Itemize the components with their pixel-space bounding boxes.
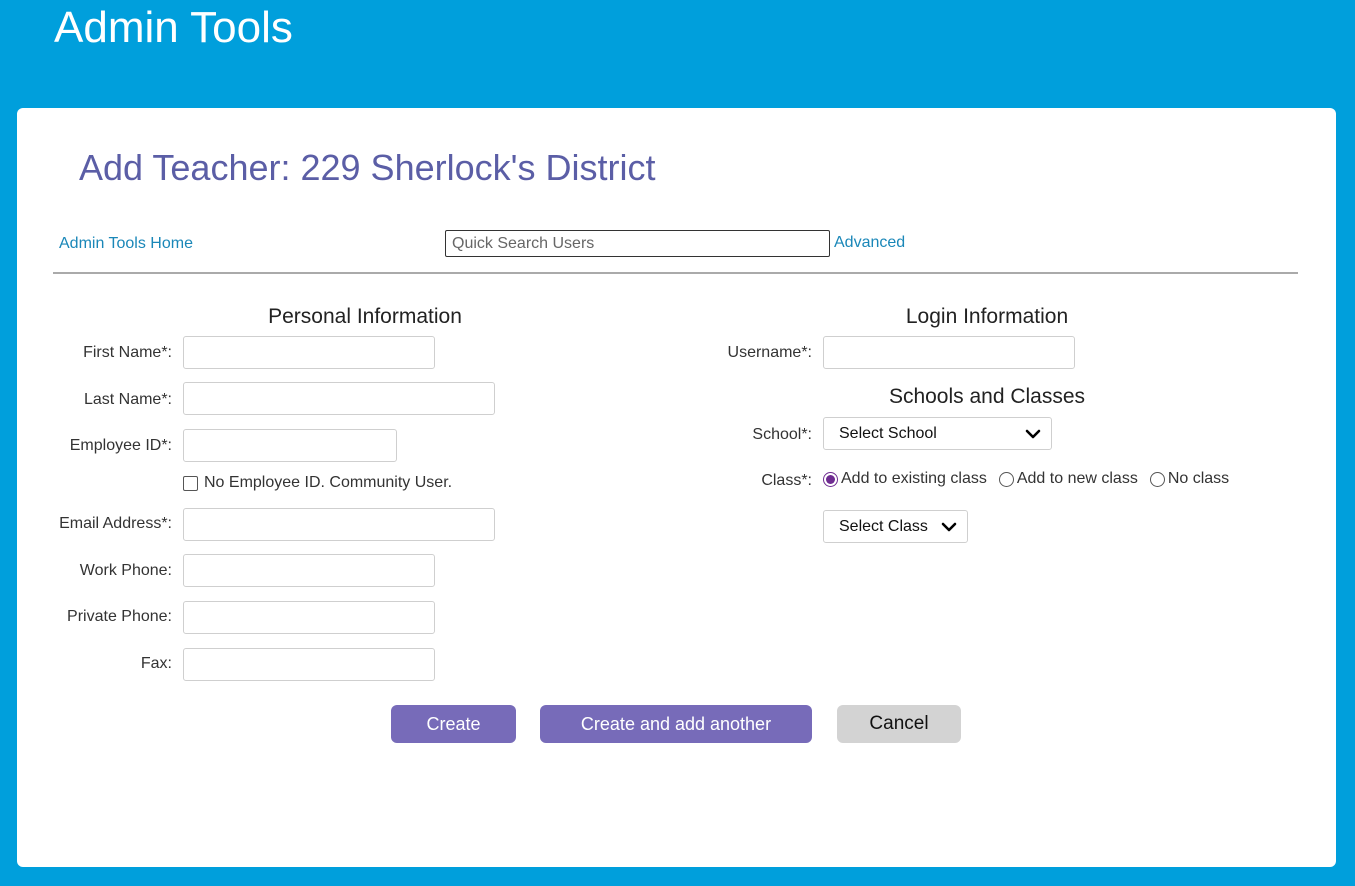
main-card: Add Teacher: 229 Sherlock's District Adm… — [17, 108, 1336, 867]
work-phone-field[interactable] — [183, 554, 435, 587]
radio-existing-class-button[interactable] — [823, 471, 838, 487]
admin-tools-home-link[interactable]: Admin Tools Home — [59, 235, 193, 253]
fax-label: Fax: — [140, 655, 172, 672]
last-name-label: Last Name*: — [83, 391, 172, 408]
radio-new-class-label: Add to new class — [1016, 470, 1138, 487]
no-employee-id-row[interactable]: No Employee ID. Community User. — [183, 474, 452, 492]
no-employee-id-checkbox[interactable] — [183, 475, 198, 491]
private-phone-field[interactable] — [183, 601, 435, 634]
school-select[interactable]: Select School — [823, 417, 1052, 450]
radio-existing-class-label: Add to existing class — [841, 470, 987, 487]
radio-no-class[interactable]: No class — [1149, 470, 1230, 488]
create-button[interactable]: Create — [391, 705, 516, 743]
employee-id-field[interactable] — [183, 429, 397, 462]
radio-new-class-button[interactable] — [998, 471, 1014, 487]
create-and-add-another-button[interactable]: Create and add another — [540, 705, 812, 743]
class-select-value: Select Class — [839, 517, 928, 535]
private-phone-label: Private Phone: — [67, 608, 172, 625]
fax-field[interactable] — [183, 648, 435, 681]
radio-new-class[interactable]: Add to new class — [998, 470, 1138, 488]
school-select-value: Select School — [839, 424, 937, 442]
class-radio-group: Add to existing class Add to new class N… — [823, 470, 1241, 488]
advanced-search-link[interactable]: Advanced — [834, 234, 905, 252]
no-employee-id-label: No Employee ID. Community User. — [204, 474, 453, 491]
school-label: School*: — [752, 426, 812, 443]
personal-info-heading: Personal Information — [268, 305, 462, 328]
radio-no-class-button[interactable] — [1149, 471, 1165, 487]
app-title: Admin Tools — [54, 3, 293, 52]
cancel-button[interactable]: Cancel — [837, 705, 961, 743]
username-field[interactable] — [823, 336, 1075, 369]
last-name-field[interactable] — [183, 382, 495, 415]
schools-classes-heading: Schools and Classes — [888, 385, 1086, 408]
first-name-field[interactable] — [183, 336, 435, 369]
username-label: Username*: — [727, 344, 812, 361]
class-select[interactable]: Select Class — [823, 510, 968, 543]
class-label: Class*: — [761, 472, 812, 489]
email-label: Email Address*: — [59, 515, 172, 532]
chevron-down-icon — [941, 522, 957, 531]
login-info-heading: Login Information — [905, 305, 1069, 328]
first-name-label: First Name*: — [83, 344, 172, 361]
radio-existing-class[interactable]: Add to existing class — [823, 470, 987, 488]
divider — [53, 272, 1298, 274]
page-title: Add Teacher: 229 Sherlock's District — [79, 147, 656, 188]
quick-search-input[interactable] — [445, 230, 830, 257]
work-phone-label: Work Phone: — [79, 562, 172, 579]
email-field[interactable] — [183, 508, 495, 541]
chevron-down-icon — [1025, 429, 1041, 438]
radio-no-class-label: No class — [1167, 470, 1230, 487]
employee-id-label: Employee ID*: — [69, 437, 172, 454]
